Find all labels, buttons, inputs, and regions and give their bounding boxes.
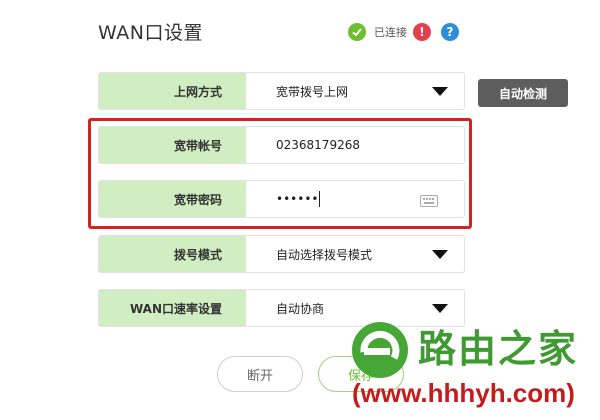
router-logo-icon [348, 318, 412, 386]
text-caret [319, 191, 321, 207]
dial-mode-value: 自动选择拨号模式 [276, 247, 373, 262]
watermark-brand: 路由之家 [418, 327, 579, 371]
auto-detect-button[interactable]: 自动检测 [478, 79, 568, 107]
broadband-password-row: 宽带密码 •••••• [98, 180, 465, 218]
check-circle-icon [348, 23, 366, 41]
broadband-account-input[interactable]: 02368179268 [246, 127, 464, 163]
broadband-password-input[interactable]: •••••• [246, 181, 464, 217]
internet-mode-select[interactable]: 宽带拨号上网 [246, 73, 464, 109]
broadband-account-label: 宽带帐号 [99, 127, 246, 163]
dial-mode-label: 拨号模式 [99, 236, 246, 272]
wan-speed-value: 自动协商 [276, 301, 325, 316]
dropdown-arrow-icon [432, 87, 448, 96]
broadband-account-value: 02368179268 [276, 138, 360, 152]
dial-mode-row: 拨号模式 自动选择拨号模式 [98, 235, 465, 273]
keyboard-icon[interactable] [420, 195, 438, 210]
disconnect-button[interactable]: 断开 [217, 356, 303, 392]
broadband-password-label: 宽带密码 [99, 181, 246, 217]
internet-mode-label: 上网方式 [99, 73, 246, 109]
internet-mode-value: 宽带拨号上网 [276, 84, 349, 99]
watermark-url: (www.hhhyh.com) [352, 378, 575, 408]
broadband-password-value: •••••• [276, 192, 319, 206]
internet-mode-row: 上网方式 宽带拨号上网 [98, 72, 465, 110]
page-title: WAN口设置 [98, 22, 203, 44]
broadband-account-row: 宽带帐号 02368179268 [98, 126, 465, 164]
warning-icon[interactable]: ! [413, 23, 431, 41]
help-icon[interactable]: ? [441, 23, 459, 41]
connection-status: 已连接 ! ? [348, 22, 459, 42]
dropdown-arrow-icon [432, 304, 448, 313]
wan-speed-label: WAN口速率设置 [99, 290, 246, 326]
status-text: 已连接 [374, 26, 407, 39]
dropdown-arrow-icon [432, 250, 448, 259]
dial-mode-select[interactable]: 自动选择拨号模式 [246, 236, 464, 272]
